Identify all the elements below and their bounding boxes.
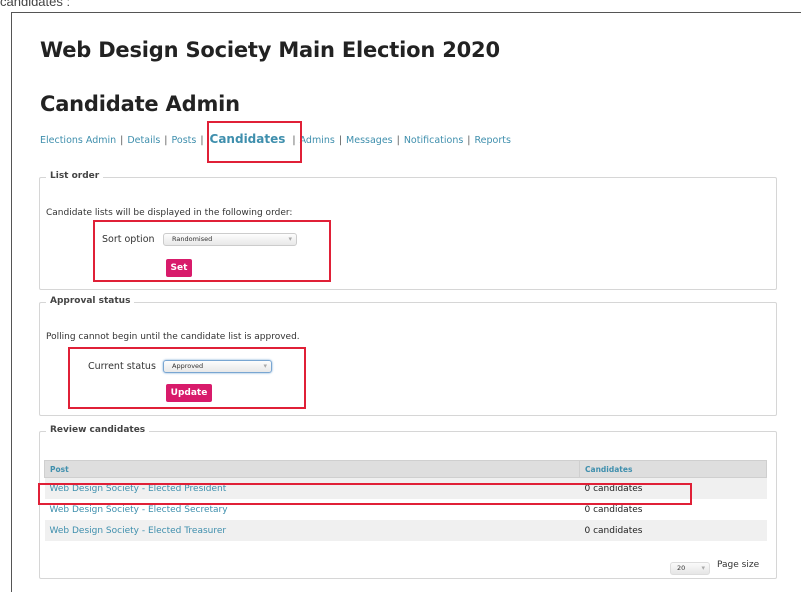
sort-option-value: Randomised xyxy=(172,235,213,243)
post-link[interactable]: Web Design Society - Elected Secretary xyxy=(45,499,580,520)
page-size-value: 20 xyxy=(677,564,686,572)
nav-elections-admin[interactable]: Elections Admin xyxy=(40,135,116,146)
chevron-down-icon: ▾ xyxy=(263,362,267,370)
post-link[interactable]: Web Design Society - Elected Treasurer xyxy=(44,520,580,541)
nav-separator: | xyxy=(292,135,296,146)
current-status-label: Current status xyxy=(88,361,156,372)
list-order-legend: List order xyxy=(46,171,104,181)
nav-candidates[interactable]: Candidates xyxy=(210,132,286,146)
chevron-down-icon: ▾ xyxy=(288,235,292,243)
sort-option-select[interactable]: Randomised ▾ xyxy=(163,233,297,246)
nav-admins[interactable]: Admins xyxy=(300,135,335,146)
nav-separator: | xyxy=(200,135,204,146)
page-size-select[interactable]: 20 ▾ xyxy=(670,562,710,575)
column-header-post[interactable]: Post xyxy=(44,460,580,478)
nav-messages[interactable]: Messages xyxy=(346,135,393,146)
candidates-table: Post Candidates Web Design Society - Ele… xyxy=(44,460,767,541)
column-header-candidates[interactable]: Candidates xyxy=(579,460,767,478)
nav-separator: | xyxy=(338,135,343,146)
nav-separator: | xyxy=(396,135,400,146)
table-row: Web Design Society - Elected Treasurer 0… xyxy=(44,520,767,541)
nav-separator: | xyxy=(164,135,168,146)
current-status-select[interactable]: Approved ▾ xyxy=(163,360,272,373)
review-candidates-legend: Review candidates xyxy=(46,425,150,435)
nav-separator: | xyxy=(467,135,471,146)
table-row: Web Design Society - Elected Secretary 0… xyxy=(45,499,767,520)
nav-posts[interactable]: Posts xyxy=(172,135,197,146)
candidate-count: 0 candidates xyxy=(584,504,643,515)
approval-status-description: Polling cannot begin until the candidate… xyxy=(46,332,300,342)
current-status-value: Approved xyxy=(172,362,204,370)
update-button[interactable]: Update xyxy=(166,384,212,402)
admin-nav: Elections Admin | Details | Posts | Candidates… xyxy=(40,132,511,146)
candidate-count: 0 candidates xyxy=(579,520,767,541)
sort-option-label: Sort option xyxy=(102,234,155,245)
page-subtitle: Candidate Admin xyxy=(40,92,240,116)
table-row: Web Design Society - Elected President 0… xyxy=(44,477,767,499)
list-order-description: Candidate lists will be displayed in the… xyxy=(46,208,293,218)
approval-status-legend: Approval status xyxy=(46,296,135,306)
nav-notifications[interactable]: Notifications xyxy=(404,135,463,146)
page-title: Web Design Society Main Election 2020 xyxy=(40,38,500,62)
table-header-row: Post Candidates xyxy=(44,460,767,478)
candidate-count: 0 candidates xyxy=(579,477,767,499)
nav-reports[interactable]: Reports xyxy=(475,135,511,146)
nav-details[interactable]: Details xyxy=(127,135,160,146)
nav-separator: | xyxy=(120,135,124,146)
page-size-label: Page size xyxy=(717,560,760,570)
cropped-top-text: candidates : xyxy=(0,0,71,9)
set-button[interactable]: Set xyxy=(166,259,192,277)
approval-status-section: Approval status xyxy=(39,296,777,416)
post-link[interactable]: Web Design Society - Elected President xyxy=(44,477,580,499)
chevron-down-icon: ▾ xyxy=(701,564,705,572)
